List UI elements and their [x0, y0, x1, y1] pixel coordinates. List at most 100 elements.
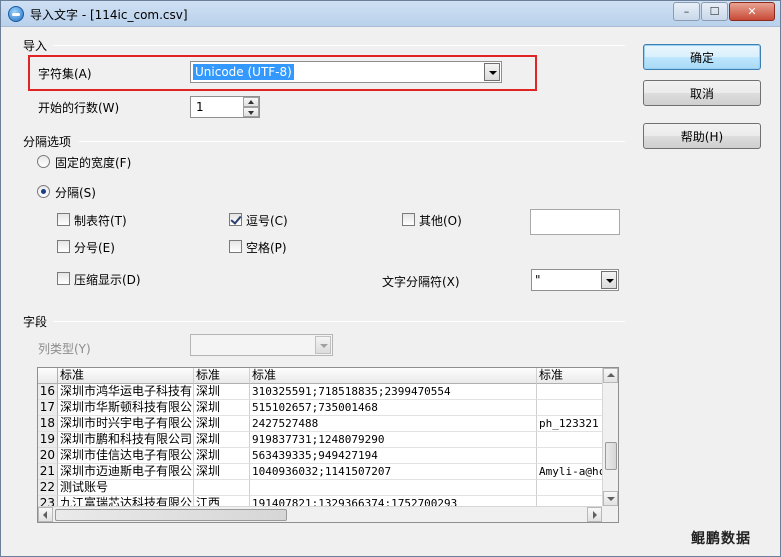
table-row: 18 深圳市时兴宇电子有限公司 深圳 2427527488 ph_123321: [38, 416, 603, 432]
row-number: 19: [38, 432, 58, 448]
other-label[interactable]: 其他(O): [419, 212, 462, 229]
table-row: 19 深圳市鹏和科技有限公司 深圳 919837731;1248079290: [38, 432, 603, 448]
other-separator-input[interactable]: [530, 209, 620, 235]
table-row: 16深圳市鸿华运电子科技有限公司深圳310325591;718518835;23…: [38, 384, 603, 400]
table-cell: [537, 400, 603, 416]
preview-header-row: 标准 标准 标准 标准: [38, 368, 603, 384]
scroll-corner: [602, 506, 618, 522]
table-cell: [194, 480, 250, 496]
chevron-down-icon[interactable]: [315, 336, 331, 354]
scroll-right-icon[interactable]: [587, 507, 602, 522]
close-icon: ✕: [747, 5, 757, 18]
table-cell: 深圳市鸿华运电子科技有限公司: [58, 384, 194, 400]
import-text-dialog: 导入文字 - [114ic_com.csv] – ☐ ✕ 导入 字符集(A) U…: [0, 0, 781, 557]
table-row: 22 测试账号: [38, 480, 603, 496]
separator-group-separator: [79, 141, 625, 142]
cancel-button[interactable]: 取消: [643, 80, 761, 106]
table-cell: [537, 384, 603, 400]
fixed-width-label[interactable]: 固定的宽度(F): [55, 154, 131, 171]
app-icon: [8, 6, 24, 22]
table-cell: 深圳市华斯顿科技有限公司: [58, 400, 194, 416]
maximize-icon: ☐: [709, 5, 720, 18]
other-checkbox[interactable]: [402, 213, 415, 226]
merge-delimiters-label[interactable]: 压缩显示(D): [74, 271, 141, 288]
column-header[interactable]: 标准: [537, 368, 603, 384]
separator-group-title: 分隔选项: [23, 135, 72, 149]
table-cell: 深圳: [194, 400, 250, 416]
vertical-scroll-thumb[interactable]: [605, 442, 617, 470]
horizontal-scrollbar[interactable]: [38, 506, 603, 522]
help-button[interactable]: 帮助(H): [643, 123, 761, 149]
table-cell: 919837731;1248079290: [250, 432, 537, 448]
import-group-title: 导入: [23, 39, 48, 53]
table-cell: [537, 448, 603, 464]
table-row: 20 深圳市佳信达电子有限公司 深圳 563439335;949427194: [38, 448, 603, 464]
row-number: 16: [38, 384, 58, 400]
scroll-up-icon[interactable]: [603, 368, 618, 383]
table-row: 17 深圳市华斯顿科技有限公司 深圳 515102657;735001468: [38, 400, 603, 416]
semicolon-checkbox[interactable]: [57, 240, 70, 253]
table-cell: 515102657;735001468: [250, 400, 537, 416]
maximize-button[interactable]: ☐: [701, 2, 728, 21]
table-cell: 深圳: [194, 448, 250, 464]
text-delimiter-combo[interactable]: ": [531, 269, 619, 291]
table-cell: 深圳市迈迪斯电子有限公司: [58, 464, 194, 480]
table-cell: 深圳: [194, 464, 250, 480]
tab-label[interactable]: 制表符(T): [74, 212, 127, 229]
table-cell: [537, 432, 603, 448]
watermark-text: 鲲鹏数据: [691, 531, 751, 547]
fixed-width-radio[interactable]: [37, 155, 50, 168]
row-number: 18: [38, 416, 58, 432]
text-delimiter-label: 文字分隔符(X): [382, 275, 460, 289]
row-number: 22: [38, 480, 58, 496]
table-cell: 2427527488: [250, 416, 537, 432]
table-row: 21 深圳市迈迪斯电子有限公司 深圳 1040936032;1141507207 Amy…: [38, 464, 603, 480]
start-row-spinner[interactable]: 1: [190, 96, 260, 118]
start-row-value: 1: [196, 100, 204, 114]
title-bar[interactable]: 导入文字 - [114ic_com.csv] – ☐ ✕: [1, 1, 780, 27]
start-row-label: 开始的行数(W): [38, 101, 120, 115]
table-cell: 深圳: [194, 416, 250, 432]
comma-label[interactable]: 逗号(C): [246, 212, 288, 229]
text-delimiter-value: ": [535, 273, 541, 287]
close-button[interactable]: ✕: [729, 2, 775, 21]
table-cell: 深圳市时兴宇电子有限公司: [58, 416, 194, 432]
window-title: 导入文字 - [114ic_com.csv]: [30, 8, 188, 22]
table-cell: [537, 480, 603, 496]
scroll-left-icon[interactable]: [38, 507, 53, 522]
table-cell: Amyli-a@hc: [537, 464, 603, 480]
space-checkbox[interactable]: [229, 240, 242, 253]
chevron-down-icon[interactable]: [601, 271, 617, 289]
separated-radio[interactable]: [37, 185, 50, 198]
column-header[interactable]: 标准: [58, 368, 194, 384]
table-cell: 深圳市佳信达电子有限公司: [58, 448, 194, 464]
comma-checkbox[interactable]: [229, 213, 242, 226]
row-number: 21: [38, 464, 58, 480]
column-type-label: 列类型(Y): [38, 342, 91, 356]
space-label[interactable]: 空格(P): [246, 239, 287, 256]
semicolon-label[interactable]: 分号(E): [74, 239, 115, 256]
spin-up-icon[interactable]: [243, 97, 259, 107]
spinner-arrows: [243, 97, 259, 117]
tab-checkbox[interactable]: [57, 213, 70, 226]
merge-delimiters-checkbox[interactable]: [57, 272, 70, 285]
corner-header-cell: [38, 368, 58, 384]
fields-group-separator: [53, 321, 625, 322]
column-header[interactable]: 标准: [250, 368, 537, 384]
ok-button[interactable]: 确定: [643, 44, 761, 70]
horizontal-scroll-thumb[interactable]: [55, 509, 287, 521]
import-group-separator: [53, 45, 625, 46]
minimize-button[interactable]: –: [673, 2, 700, 21]
scroll-down-icon[interactable]: [603, 491, 618, 506]
column-header[interactable]: 标准: [194, 368, 250, 384]
table-cell: [250, 480, 537, 496]
fields-group-title: 字段: [23, 315, 48, 329]
separated-label[interactable]: 分隔(S): [55, 184, 96, 201]
preview-grid[interactable]: 标准 标准 标准 标准 16深圳市鸿华运电子科技有限公司深圳310325591;…: [37, 367, 619, 523]
minimize-icon: –: [683, 5, 690, 18]
table-cell: 1040936032;1141507207: [250, 464, 537, 480]
spin-down-icon[interactable]: [243, 107, 259, 117]
vertical-scrollbar[interactable]: [602, 368, 618, 507]
preview-grid-body: 标准 标准 标准 标准 16深圳市鸿华运电子科技有限公司深圳310325591;…: [38, 368, 603, 507]
column-type-combo[interactable]: [190, 334, 333, 356]
